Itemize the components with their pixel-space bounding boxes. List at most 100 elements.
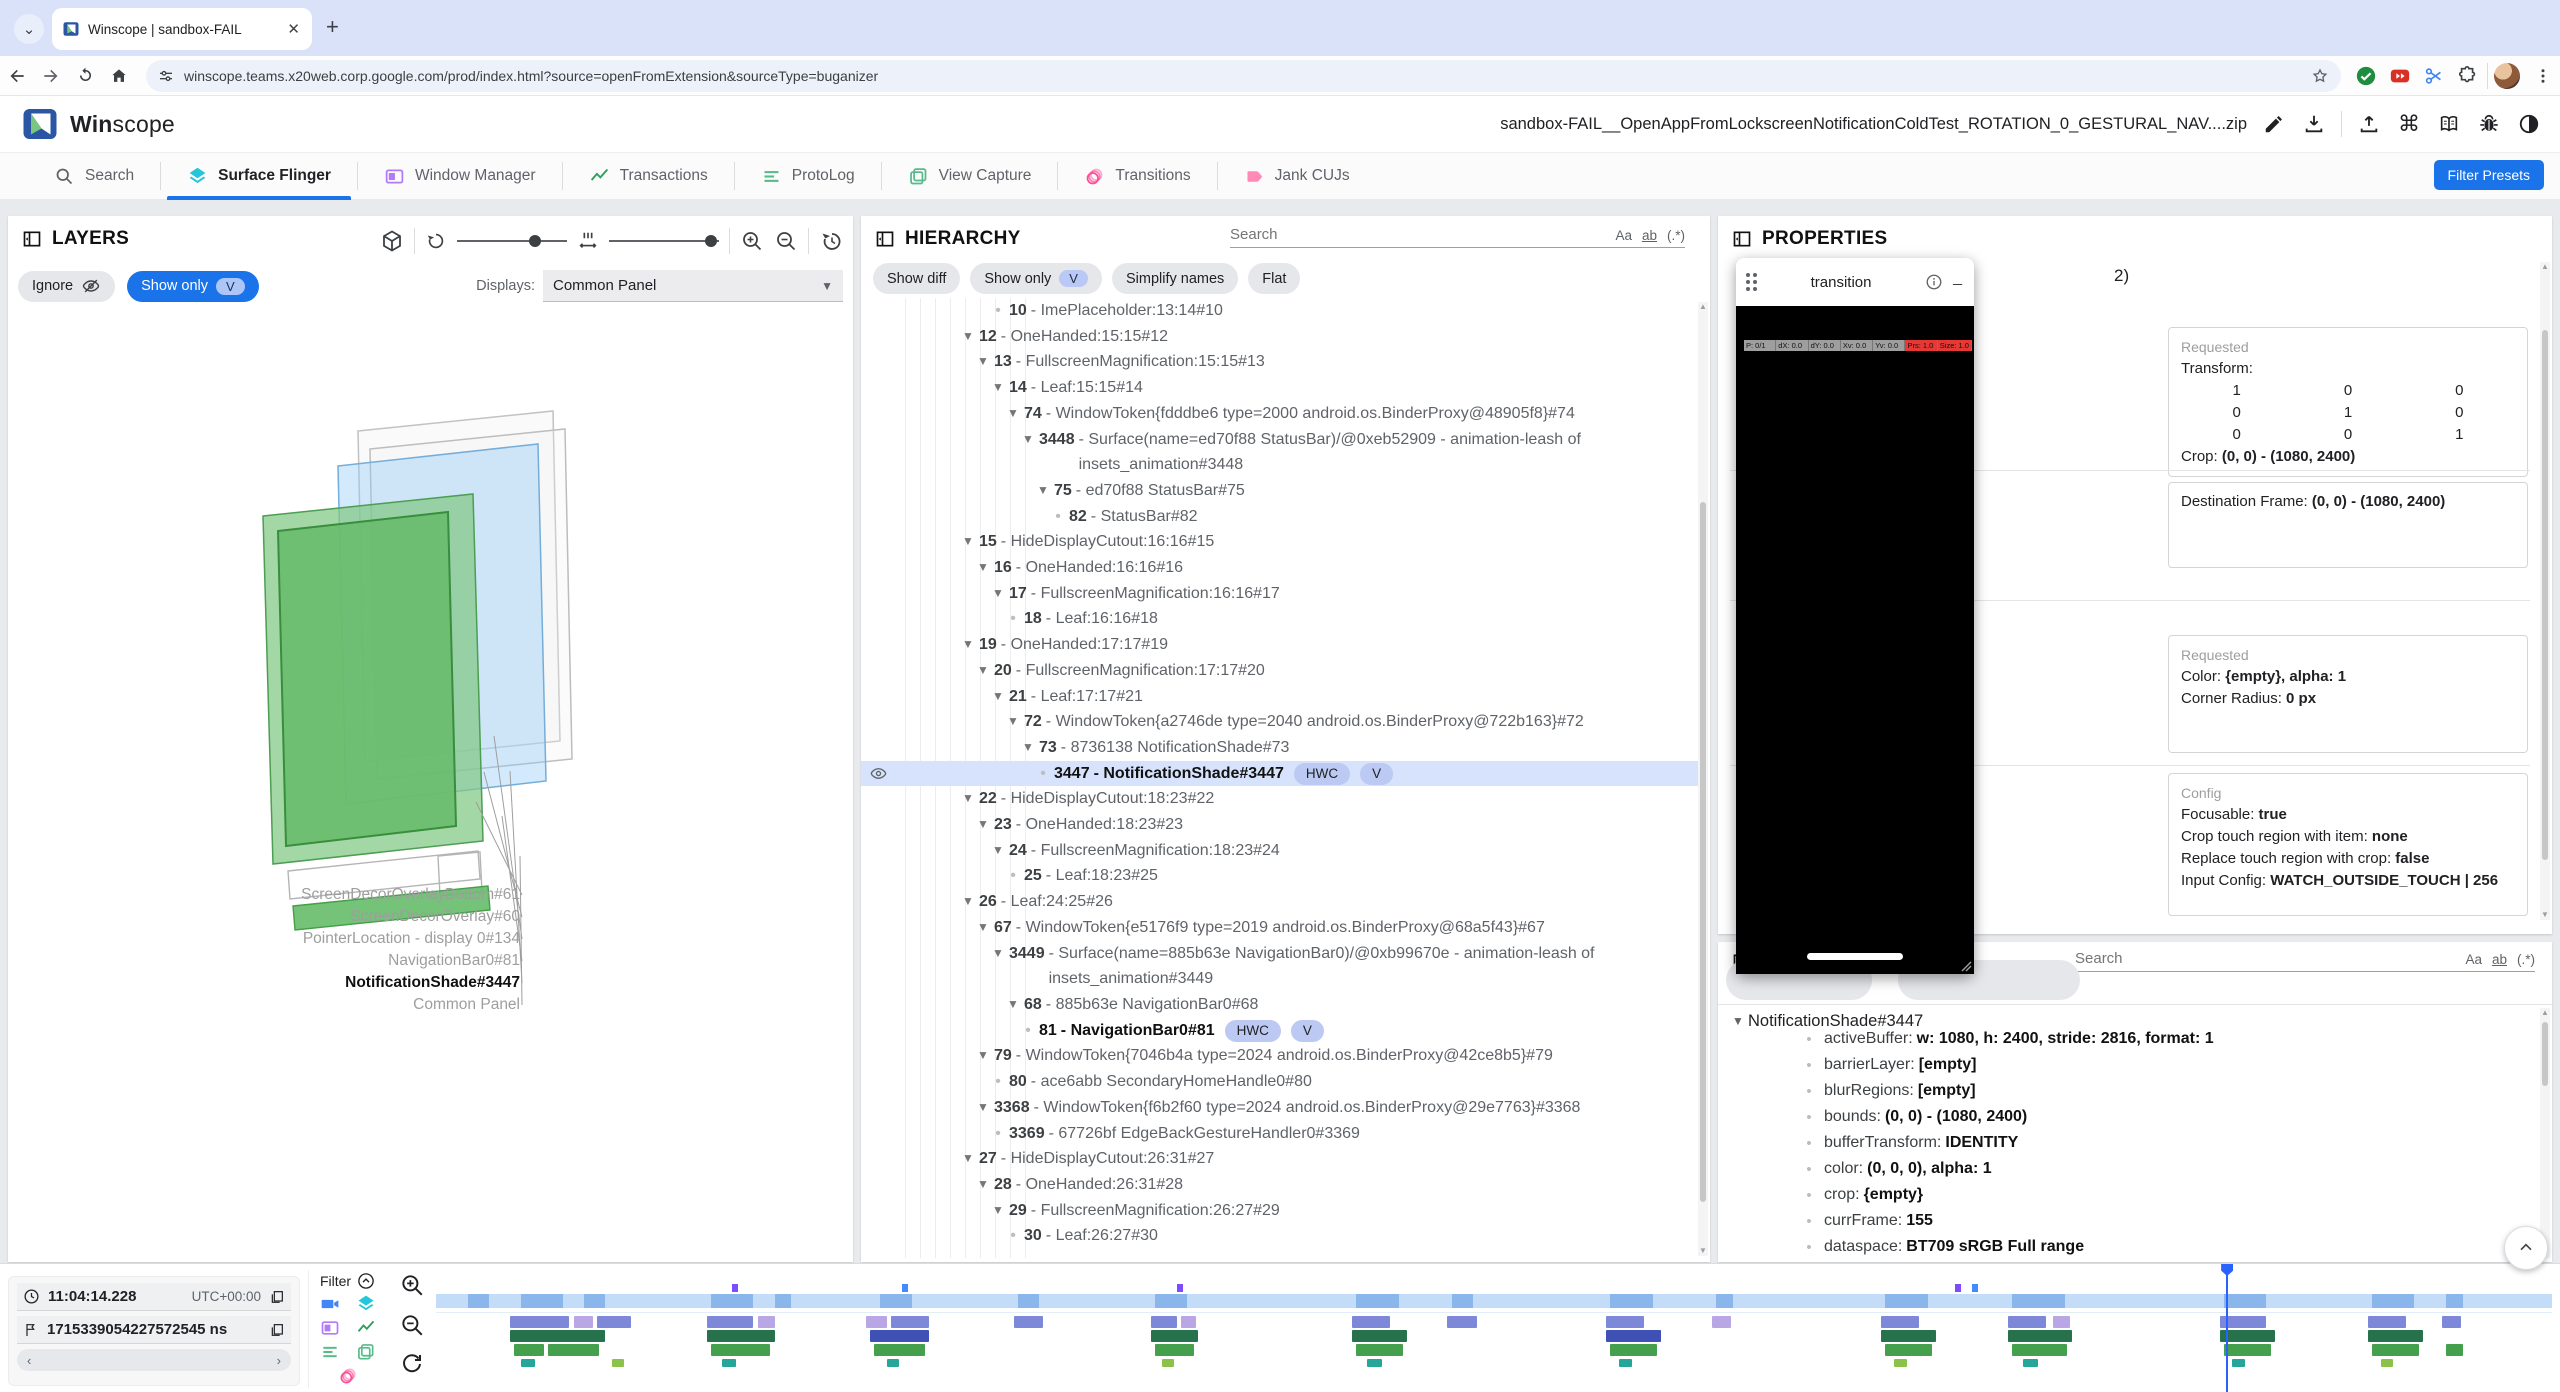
back-icon[interactable] <box>0 59 34 93</box>
trace-entry-bar[interactable] <box>1712 1316 1731 1328</box>
collapse-arrow-icon[interactable]: ▼ <box>972 915 994 941</box>
screen-recording-trace-icon[interactable] <box>317 1294 343 1314</box>
hierarchy-search-field[interactable]: Aa ab (.*) <box>1230 226 1685 248</box>
trace-entry-bar[interactable] <box>2023 1359 2038 1367</box>
tree-node-3368[interactable]: ▼3368- WindowToken{f6b2f60 type=2024 and… <box>861 1095 1698 1121</box>
layer-label-notificationshade-3447[interactable]: NotificationShade#3447 <box>8 972 520 994</box>
tree-node-24[interactable]: ▼24- FullscreenMagnification:18:23#24 <box>861 838 1698 864</box>
tree-node-73[interactable]: ▼73- 8736138 NotificationShade#73 <box>861 735 1698 761</box>
zoom-in-icon[interactable] <box>740 229 764 253</box>
trace-entry-bar[interactable] <box>510 1330 605 1342</box>
trace-entry-bar[interactable] <box>514 1344 544 1356</box>
timeline-reset-zoom-icon[interactable] <box>400 1352 424 1376</box>
bookmark-marker[interactable] <box>1972 1284 1978 1292</box>
site-settings-icon[interactable] <box>158 68 174 84</box>
download-icon[interactable] <box>2301 111 2327 137</box>
tree-node-74[interactable]: ▼74- WindowToken{fdddbe6 type=2000 andro… <box>861 401 1698 427</box>
collapse-arrow-icon[interactable]: ▼ <box>972 1043 994 1069</box>
collapse-arrow-icon[interactable]: ▼ <box>987 838 1009 864</box>
curated-prop-bounds[interactable]: •bounds: (0, 0) - (1080, 2400) <box>1718 1104 2538 1130</box>
trace-entry-bar[interactable] <box>2372 1344 2419 1356</box>
collapse-arrow-icon[interactable]: ▼ <box>972 1172 994 1198</box>
collapse-arrow-icon[interactable]: ▼ <box>957 632 979 658</box>
extension-red-icon[interactable] <box>2385 61 2415 91</box>
tree-node-21[interactable]: ▼21- Leaf:17:17#21 <box>861 684 1698 710</box>
dock-panel-icon[interactable] <box>875 229 895 249</box>
3d-view-icon[interactable] <box>380 229 404 253</box>
trace-entry-bar[interactable] <box>887 1359 900 1367</box>
collapse-arrow-icon[interactable]: ▼ <box>987 375 1009 401</box>
trace-entry-bar[interactable] <box>707 1330 775 1342</box>
bookmark-marker[interactable] <box>1177 1284 1183 1292</box>
ignore-toggle[interactable]: Ignore <box>18 271 115 302</box>
tree-node-22[interactable]: ▼22- HideDisplayCutout:18:23#22 <box>861 786 1698 812</box>
trace-entry-bar[interactable] <box>1151 1330 1198 1342</box>
transactions-trace-icon[interactable] <box>353 1318 379 1338</box>
chip-show-only[interactable]: Show onlyV <box>970 263 1102 294</box>
trace-entry-bar[interactable] <box>1162 1359 1175 1367</box>
trace-entry-bar[interactable] <box>2368 1330 2423 1342</box>
curated-prop-barrierlayer[interactable]: •barrierLayer: [empty] <box>1718 1052 2538 1078</box>
match-word-icon[interactable]: ab <box>2492 952 2507 967</box>
trace-entry-bar[interactable] <box>574 1316 593 1328</box>
spacing-slider[interactable] <box>609 240 719 242</box>
bookmark-marker[interactable] <box>1955 1284 1961 1292</box>
theme-toggle-icon[interactable] <box>2516 111 2542 137</box>
filter-presets-button[interactable]: Filter Presets <box>2434 160 2544 190</box>
trace-entry-bar[interactable] <box>2224 1344 2271 1356</box>
proto-scrollbar[interactable]: ▲ <box>2540 1008 2550 1258</box>
trace-entry-bar[interactable] <box>2446 1344 2463 1356</box>
trace-entry-bar[interactable] <box>758 1316 775 1328</box>
collapse-arrow-icon[interactable]: ▼ <box>972 349 994 375</box>
extension-scissors-icon[interactable] <box>2419 61 2449 91</box>
edit-icon[interactable] <box>2261 111 2287 137</box>
trace-entry-bar[interactable] <box>2232 1359 2245 1367</box>
tree-node-79[interactable]: ▼79- WindowToken{7046b4a type=2024 andro… <box>861 1043 1698 1069</box>
curated-prop-buffertransform[interactable]: •bufferTransform: IDENTITY <box>1718 1130 2538 1156</box>
trace-entry-bar[interactable] <box>548 1344 599 1356</box>
collapse-arrow-icon[interactable]: ▼ <box>987 581 1009 607</box>
hierarchy-search-input[interactable] <box>1230 226 1615 243</box>
trace-entry-bar[interactable] <box>1014 1316 1044 1328</box>
curated-prop-activebuffer[interactable]: •activeBuffer: w: 1080, h: 2400, stride:… <box>1718 1026 2538 1052</box>
trace-entry-bar[interactable] <box>1881 1330 1936 1342</box>
displays-dropdown[interactable]: Common Panel▼ <box>543 270 843 302</box>
new-tab-icon[interactable]: + <box>326 16 339 38</box>
trace-entry-bar[interactable] <box>711 1344 770 1356</box>
chip-show-diff[interactable]: Show diff <box>873 263 960 294</box>
scroll-left-icon[interactable]: ‹ <box>27 1353 31 1368</box>
trace-entry-bar[interactable] <box>2381 1359 2394 1367</box>
tab-close-icon[interactable]: ✕ <box>285 20 302 38</box>
collapse-arrow-icon[interactable]: ▼ <box>1017 427 1039 453</box>
tree-node-3447[interactable]: •3447- NotificationShade#3447HWCV <box>861 761 1698 787</box>
trace-entry-bar[interactable] <box>2368 1316 2406 1328</box>
tree-node-15[interactable]: ▼15- HideDisplayCutout:16:16#15 <box>861 529 1698 555</box>
forward-icon[interactable] <box>34 59 68 93</box>
screen-recording-overlay[interactable]: transition _ P: 0/1dX: 0.0dY: 0.0Xv: 0.0… <box>1736 258 1974 974</box>
trace-entry-bar[interactable] <box>597 1316 631 1328</box>
show-only-toggle[interactable]: Show onlyV <box>127 271 259 302</box>
tree-node-12[interactable]: ▼12- OneHanded:15:15#12 <box>861 324 1698 350</box>
trace-entry-bar[interactable] <box>510 1316 569 1328</box>
trace-entry-bar[interactable] <box>707 1316 754 1328</box>
collapse-arrow-icon[interactable]: ▼ <box>957 786 979 812</box>
trace-entry-bar[interactable] <box>1606 1316 1644 1328</box>
match-case-icon[interactable]: Aa <box>2465 952 2482 967</box>
tree-node-13[interactable]: ▼13- FullscreenMagnification:15:15#13 <box>861 349 1698 375</box>
trace-entry-bar[interactable] <box>1155 1344 1193 1356</box>
trace-entry-bar[interactable] <box>1610 1344 1657 1356</box>
trace-entry-bar[interactable] <box>1352 1330 1407 1342</box>
properties-scrollbar[interactable]: ▲ ▼ <box>2540 262 2550 920</box>
tree-node-3448[interactable]: ▼3448- Surface(name=ed70f88 StatusBar)/@… <box>861 427 1698 478</box>
upload-icon[interactable] <box>2356 111 2382 137</box>
curated-prop-color[interactable]: •color: (0, 0, 0), alpha: 1 <box>1718 1156 2538 1182</box>
trace-entry-bar[interactable] <box>2008 1316 2046 1328</box>
chip-simplify-names[interactable]: Simplify names <box>1112 263 1238 294</box>
copy-icon[interactable] <box>269 1289 285 1305</box>
tree-node-28[interactable]: ▼28- OneHanded:26:31#28 <box>861 1172 1698 1198</box>
extensions-puzzle-icon[interactable] <box>2453 61 2483 91</box>
trace-entry-bar[interactable] <box>1881 1316 1919 1328</box>
tree-node-75[interactable]: ▼75- ed70f88 StatusBar#75 <box>861 478 1698 504</box>
tree-node-18[interactable]: •18- Leaf:16:16#18 <box>861 606 1698 632</box>
tab-jank-cujs[interactable]: Jank CUJs <box>1218 153 1376 200</box>
